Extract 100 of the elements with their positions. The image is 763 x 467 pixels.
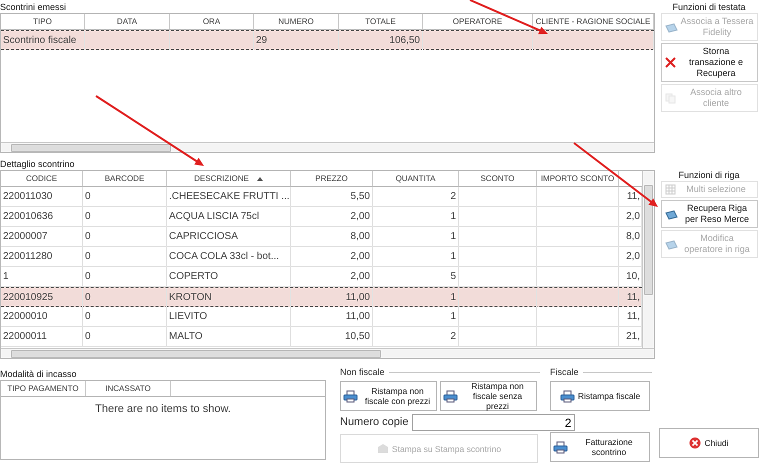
table-cell: MALTO <box>167 327 291 346</box>
section-title: Funzioni di riga <box>678 169 740 181</box>
column-header[interactable]: DATA <box>85 14 170 29</box>
reprint-button[interactable]: Ristampa non fiscale senza prezzi <box>440 381 537 411</box>
column-header[interactable]: SCONTO <box>459 171 537 186</box>
group-title: Fiscale <box>550 367 579 378</box>
column-header[interactable]: NUMERO <box>254 14 339 29</box>
printer-icon <box>560 390 575 402</box>
table-cell: 10,50 <box>291 327 373 346</box>
function-button[interactable]: Recupera Riga per Reso Merce <box>660 200 758 228</box>
group-title: Non fiscale <box>340 367 385 378</box>
table-cell: COCA COLA 33cl - bot... <box>167 247 291 266</box>
table-cell: 0 <box>83 187 167 206</box>
table-cell: 22000011 <box>1 327 83 346</box>
table-cell: 220010636 <box>1 207 83 226</box>
invoice-button[interactable]: Fatturazione scontrino <box>550 432 650 462</box>
card-icon <box>664 238 678 250</box>
table-cell: 1 <box>373 247 459 266</box>
table-cell: COPERTO <box>167 267 291 286</box>
function-button[interactable]: Storna transazione e Recupera <box>660 43 758 82</box>
printer-icon <box>553 440 568 454</box>
table-row[interactable]: 220011280 0 COCA COLA 33cl - bot... 2,00 1 2,0 <box>1 247 642 267</box>
table-cell: 2,00 <box>291 207 373 226</box>
section-title: Scontrini emessi <box>0 1 68 13</box>
table-cell: 5,50 <box>291 187 373 206</box>
vertical-scrollbar[interactable] <box>642 171 654 348</box>
table-cell: 106,50 <box>339 31 423 50</box>
column-header[interactable]: TIPO <box>1 14 85 29</box>
table-cell: 11,00 <box>291 307 373 326</box>
table-cell: 220010925 <box>1 288 83 307</box>
table-cell: 220011280 <box>1 247 83 266</box>
table-row[interactable]: Scontrino fiscale 29 106,50 <box>1 30 654 50</box>
table-cell: 0 <box>83 247 167 266</box>
column-header[interactable]: IMPORTO SCONTO <box>537 171 619 186</box>
table-row[interactable]: 22000011 0 MALTO 10,50 2 21, <box>1 327 642 347</box>
table-cell: Scontrino fiscale <box>1 31 85 50</box>
reprint-button[interactable]: Ristampa fiscale <box>550 381 650 411</box>
grid-icon <box>664 184 676 195</box>
table-cell: 0 <box>83 327 167 346</box>
column-header[interactable]: INCASSATO <box>86 381 171 396</box>
section-title: Modalità di incasso <box>0 368 78 380</box>
table-cell: 2 <box>373 187 459 206</box>
section-title: Dettaglio scontrino <box>0 158 76 170</box>
table-cell: 8,00 <box>291 227 373 246</box>
table-row[interactable]: 220010636 0 ACQUA LISCIA 75cl 2,00 1 2,0 <box>1 207 642 227</box>
cross-icon <box>664 57 676 68</box>
reprint-button[interactable]: Ristampa non fiscale con prezzi <box>340 381 437 411</box>
table-cell: 220011030 <box>1 187 83 206</box>
scrollbar-thumb[interactable] <box>644 185 653 295</box>
column-header[interactable]: BARCODE <box>83 171 167 186</box>
close-icon <box>689 437 702 449</box>
column-header[interactable]: QUANTITA <box>373 171 459 186</box>
scrollbar-thumb[interactable] <box>11 350 381 358</box>
horizontal-scrollbar[interactable] <box>1 142 654 152</box>
table-row[interactable]: 22000010 0 LIEVITO 11,00 1 11, <box>1 307 642 327</box>
table-cell: 1 <box>373 307 459 326</box>
horizontal-scrollbar[interactable] <box>1 348 654 358</box>
section-title: Funzioni di testata <box>672 1 746 13</box>
card-icon <box>664 22 678 32</box>
column-header[interactable]: CODICE <box>1 171 83 186</box>
column-header[interactable]: DESCRIZIONE <box>167 171 291 186</box>
table-row[interactable]: 220011030 0 .CHEESECAKE FRUTTI ... 5,50 2 11, <box>1 187 642 207</box>
card-icon <box>664 208 678 220</box>
table-cell: 0 <box>83 288 167 307</box>
column-header[interactable]: OPERATORE <box>423 14 533 29</box>
table-cell: CAPRICCIOSA <box>167 227 291 246</box>
table-cell: 22000010 <box>1 307 83 326</box>
table-cell: 29 <box>254 31 339 50</box>
table-cell: 22000007 <box>1 227 83 246</box>
table-cell: LIEVITO <box>167 307 291 326</box>
table-cell: 0 <box>83 227 167 246</box>
printer-icon <box>343 390 358 402</box>
column-header[interactable]: ORA <box>170 14 254 29</box>
table-cell: .CHEESECAKE FRUTTI ... <box>167 187 291 206</box>
table-cell: 0 <box>83 307 167 326</box>
table-cell: 2 <box>373 327 459 346</box>
table-cell: 2,00 <box>291 267 373 286</box>
table-cell: 5 <box>373 267 459 286</box>
table-cell: 0 <box>83 267 167 286</box>
column-header[interactable]: TIPO PAGAMENTO <box>1 381 86 396</box>
table-cell: ACQUA LISCIA 75cl <box>167 207 291 226</box>
table-row[interactable]: 220010925 0 KROTON 11,00 1 11, <box>1 287 642 307</box>
field-label: Numero copie <box>340 415 408 430</box>
scrollbar-thumb[interactable] <box>11 144 171 152</box>
copy-icon <box>664 92 676 104</box>
column-header[interactable]: TOTALE <box>339 14 423 29</box>
table-row[interactable]: 22000007 0 CAPRICCIOSA 8,00 1 8,0 <box>1 227 642 247</box>
close-button[interactable]: Chiudi <box>659 428 759 458</box>
copies-field[interactable]: 2 <box>412 414 576 431</box>
table-cell: KROTON <box>167 288 291 307</box>
table-cell: 2,00 <box>291 247 373 266</box>
table-cell: 1 <box>373 227 459 246</box>
table-cell: 1 <box>373 288 459 307</box>
empty-message: There are no items to show. <box>95 402 231 417</box>
box-icon <box>376 443 389 454</box>
table-cell: 1 <box>373 207 459 226</box>
printer-icon <box>443 390 458 402</box>
table-cell: 1 <box>1 267 83 286</box>
table-cell: 11,00 <box>291 288 373 307</box>
column-header[interactable]: PREZZO <box>291 171 373 186</box>
